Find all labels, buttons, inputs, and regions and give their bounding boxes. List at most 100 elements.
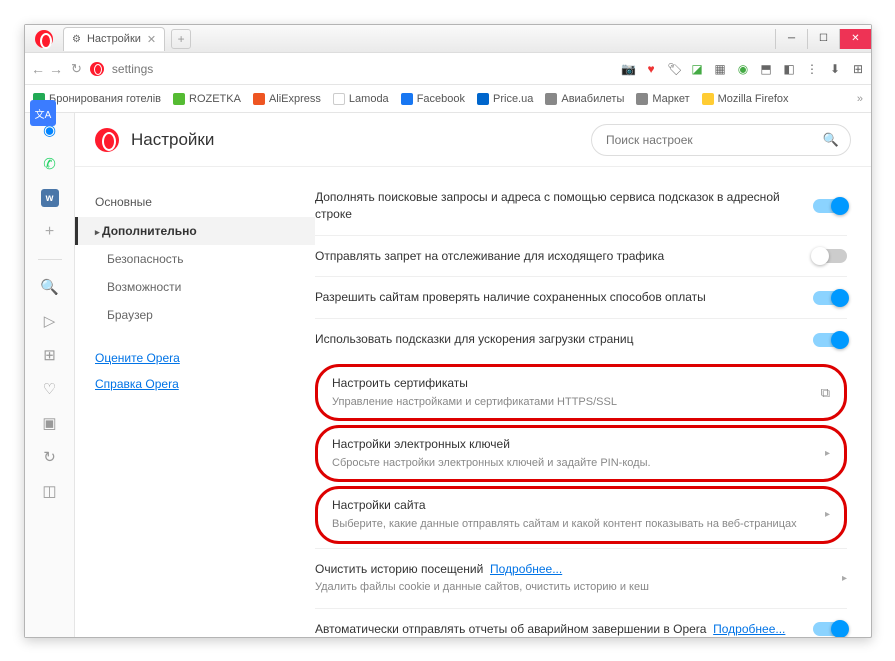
- heart-icon[interactable]: ♥: [644, 62, 658, 76]
- bookmark-icon[interactable]: 🏷: [667, 62, 681, 76]
- address-text[interactable]: settings: [112, 62, 153, 76]
- ext-icon[interactable]: ⋮: [805, 62, 819, 76]
- gear-icon: ⚙: [72, 34, 81, 45]
- search-icon: 🔍: [823, 132, 839, 148]
- close-window-button[interactable]: ✕: [839, 29, 871, 49]
- bookmarks-bar: Бронирования готелів ROZETKA AliExpress Lam…: [25, 85, 871, 113]
- bookmark-label: Lamoda: [349, 93, 389, 105]
- whatsapp-icon[interactable]: ✆: [40, 155, 60, 173]
- toggle[interactable]: [813, 333, 847, 347]
- bookmark-item[interactable]: Маркет: [636, 93, 689, 105]
- history-sidebar-icon[interactable]: ↻: [40, 448, 60, 466]
- chevron-right-icon: ▸: [825, 509, 830, 520]
- learn-more-link[interactable]: Подробнее...: [490, 562, 562, 576]
- sidebar: ◉ ✆ + 🔍 ▷ ⊞ ♡ ▣ ↻ ◫: [25, 113, 75, 637]
- news-sidebar-icon[interactable]: ▣: [40, 414, 60, 432]
- toggle[interactable]: [813, 249, 847, 263]
- bookmark-item[interactable]: Авиабилеты: [545, 93, 624, 105]
- bookmark-label: Price.ua: [493, 93, 533, 105]
- favicon: [545, 93, 557, 105]
- easy-setup-icon[interactable]: ⊞: [851, 62, 865, 76]
- toggle[interactable]: [813, 622, 847, 636]
- bookmark-item[interactable]: AliExpress: [253, 93, 321, 105]
- close-tab-icon[interactable]: ✕: [147, 33, 156, 46]
- bookmark-label: AliExpress: [269, 93, 321, 105]
- toggle[interactable]: [813, 291, 847, 305]
- reload-button[interactable]: ↻: [71, 61, 82, 77]
- ext-icon[interactable]: ◧: [782, 62, 796, 76]
- nav-help-opera[interactable]: Справка Opera: [75, 371, 315, 397]
- translate-widget-icon[interactable]: 文A: [30, 100, 56, 126]
- setting-desc: Управление настройками и сертификатами H…: [332, 395, 809, 410]
- setting-label: Использовать подсказки для ускорения заг…: [315, 331, 801, 348]
- opera-url-icon: [90, 62, 104, 76]
- tab-settings[interactable]: ⚙ Настройки ✕: [63, 27, 165, 51]
- ext-icon[interactable]: ◉: [736, 62, 750, 76]
- nav-security[interactable]: Безопасность: [75, 245, 315, 273]
- flow-icon[interactable]: ▷: [40, 312, 60, 330]
- tab-title: Настройки: [87, 33, 141, 45]
- bookmark-item[interactable]: Facebook: [401, 93, 465, 105]
- maximize-button[interactable]: ☐: [807, 29, 839, 49]
- camera-icon[interactable]: 📷: [621, 62, 635, 76]
- divider: [38, 259, 62, 260]
- toolbar-icons: 📷 ♥ 🏷 ◪ ▦ ◉ ⬒ ◧ ⋮ ⬇ ⊞: [621, 62, 865, 76]
- nav-main[interactable]: Основные: [75, 187, 315, 217]
- titlebar: ⚙ Настройки ✕ + ─ ☐ ✕: [25, 25, 871, 53]
- bookmarks-overflow-icon[interactable]: »: [857, 93, 863, 105]
- vk-icon[interactable]: [41, 189, 59, 207]
- setting-desc: Сбросьте настройки электронных ключей и …: [332, 456, 813, 471]
- bookmark-label: Авиабилеты: [561, 93, 624, 105]
- bookmark-item[interactable]: Price.ua: [477, 93, 533, 105]
- nav-advanced[interactable]: Дополнительно: [75, 217, 315, 245]
- setting-link-row[interactable]: Настройки сайтаВыберите, какие данные от…: [315, 486, 847, 543]
- favicon: [253, 93, 265, 105]
- settings-search: 🔍: [591, 124, 851, 156]
- settings-header: Настройки 🔍: [75, 113, 871, 167]
- favicon: [401, 93, 413, 105]
- forward-button[interactable]: →: [49, 61, 63, 77]
- nav-rate-opera[interactable]: Оцените Opera: [75, 345, 315, 371]
- setting-link-row[interactable]: Очистить историю посещений Подробнее...У…: [315, 548, 847, 608]
- search-sidebar-icon[interactable]: 🔍: [40, 278, 60, 296]
- bookmark-label: ROZETKA: [189, 93, 241, 105]
- learn-more-link[interactable]: Подробнее...: [713, 622, 785, 636]
- ext-icon[interactable]: ⬒: [759, 62, 773, 76]
- opera-menu-icon[interactable]: [35, 30, 53, 48]
- setting-link-row[interactable]: Настройки электронных ключей Сбросьте нас…: [315, 425, 847, 482]
- setting-title: Настроить сертификаты: [332, 375, 809, 392]
- setting-title: Настройки электронных ключей: [332, 436, 813, 453]
- favicon: [702, 93, 714, 105]
- bookmark-item[interactable]: ROZETKA: [173, 93, 241, 105]
- favicon: [477, 93, 489, 105]
- window-controls: ─ ☐ ✕: [775, 29, 871, 49]
- opera-logo-icon: [95, 128, 119, 152]
- setting-title: Настройки сайта: [332, 497, 813, 514]
- setting-link-row[interactable]: Настроить сертификаты Управление настройк…: [315, 364, 847, 421]
- setting-label: Автоматически отправлять отчеты об авари…: [315, 621, 801, 637]
- bookmark-label: Бронирования готелів: [49, 93, 161, 105]
- bookmark-item[interactable]: Mozilla Firefox: [702, 93, 789, 105]
- download-icon[interactable]: ⬇: [828, 62, 842, 76]
- browser-window: ⚙ Настройки ✕ + ─ ☐ ✕ ← → ↻ settings 📷 ♥…: [24, 24, 872, 638]
- bookmark-item[interactable]: Lamoda: [333, 93, 389, 105]
- bookmark-label: Маркет: [652, 93, 689, 105]
- setting-label: Разрешить сайтам проверять наличие сохра…: [315, 289, 801, 306]
- bookmarks-sidebar-icon[interactable]: ♡: [40, 380, 60, 398]
- back-button[interactable]: ←: [31, 61, 45, 77]
- toggle[interactable]: [813, 199, 847, 213]
- nav-browser[interactable]: Браузер: [75, 301, 315, 329]
- add-sidebar-icon[interactable]: +: [40, 223, 60, 241]
- page-title: Настройки: [131, 130, 214, 150]
- search-input[interactable]: [591, 124, 851, 156]
- minimize-button[interactable]: ─: [775, 29, 807, 49]
- nav-features[interactable]: Возможности: [75, 273, 315, 301]
- ext-icon[interactable]: ▦: [713, 62, 727, 76]
- favicon: [333, 93, 345, 105]
- settings-nav: Основные Дополнительно Безопасность Возм…: [75, 167, 315, 637]
- popout-icon: ⧉: [821, 385, 830, 401]
- ext-icon[interactable]: ◪: [690, 62, 704, 76]
- new-tab-button[interactable]: +: [171, 29, 191, 49]
- extensions-sidebar-icon[interactable]: ◫: [40, 482, 60, 500]
- speed-dial-icon[interactable]: ⊞: [40, 346, 60, 364]
